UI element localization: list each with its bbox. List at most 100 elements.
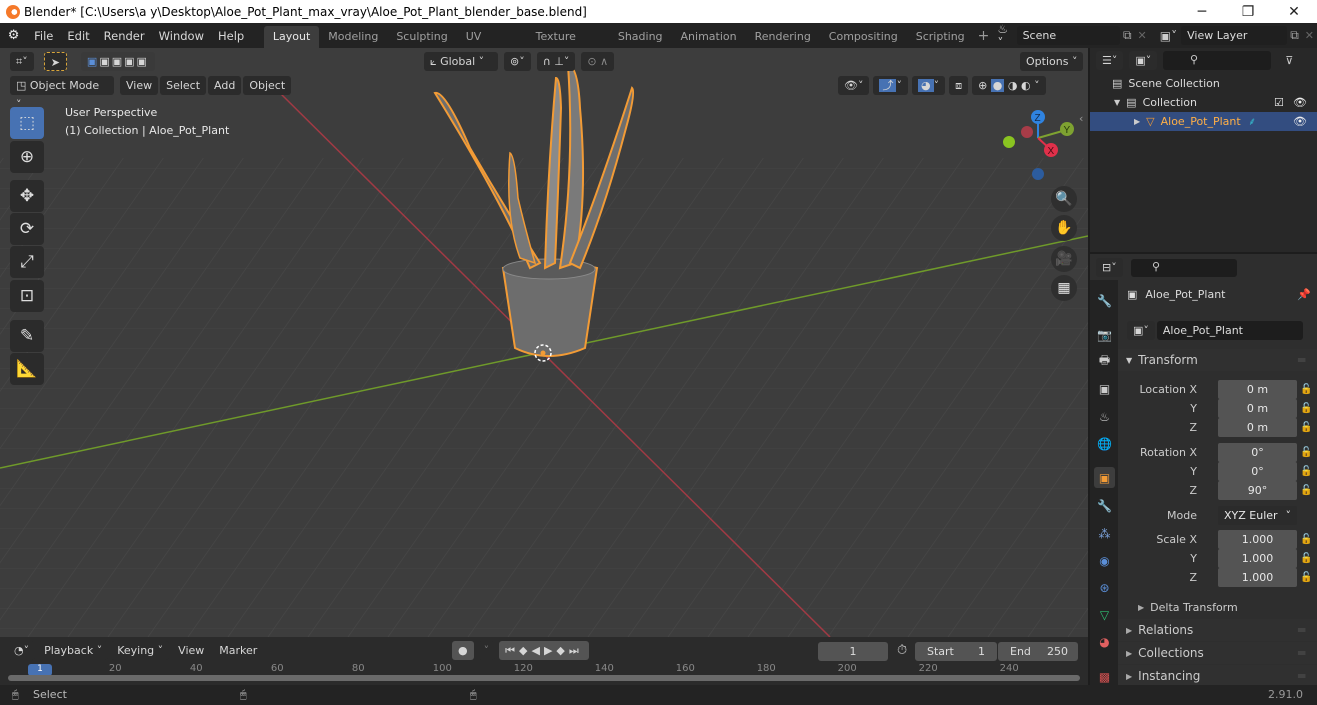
menu-file[interactable]: File [27, 29, 60, 43]
lock-icon[interactable]: 🔓 [1300, 534, 1312, 545]
lock-icon[interactable]: 🔓 [1300, 553, 1312, 564]
menu-window[interactable]: Window [152, 29, 211, 43]
object-tab-icon[interactable]: ▣ [1094, 467, 1115, 488]
menu-help[interactable]: Help [211, 29, 251, 43]
xray-toggle[interactable]: ⧈ [949, 76, 969, 95]
pin-icon[interactable]: 📌 [1297, 288, 1311, 301]
lock-icon[interactable]: 🔓 [1300, 485, 1312, 496]
delta-transform-subpanel[interactable]: ▶ Delta Transform [1118, 598, 1317, 617]
timeline-editor-type[interactable]: ◔˅ [8, 641, 36, 660]
editor-type-button[interactable]: ⌗˅ [10, 52, 34, 71]
properties-editor-type[interactable]: ⊟˅ [1096, 258, 1123, 277]
object-browse-button[interactable]: ▣˅ [1127, 321, 1155, 340]
menu-edit[interactable]: Edit [60, 29, 96, 43]
blender-menu-icon[interactable]: ⚙ [0, 28, 27, 43]
timeline-view-menu[interactable]: View [172, 641, 210, 660]
zoom-view-button[interactable]: 🔍 [1051, 186, 1077, 212]
close-button[interactable]: ✕ [1271, 0, 1317, 23]
expand-arrow-icon[interactable]: ▼ [1114, 98, 1120, 107]
render-tab-icon[interactable]: 📷 [1094, 324, 1115, 345]
lock-icon[interactable]: 🔓 [1300, 447, 1312, 458]
proportional-editing-toggle[interactable]: ⊙ ∧ [581, 52, 615, 71]
navigation-gizmo[interactable]: Z Y X [1000, 108, 1080, 183]
minimize-button[interactable]: ─ [1179, 0, 1225, 23]
tool-tab-icon[interactable]: 🔧 [1094, 290, 1115, 311]
transform-orientation-dropdown[interactable]: ⟀ Global ˅ [424, 52, 498, 71]
tab-scripting[interactable]: Scripting [907, 26, 974, 48]
outliner-search-input[interactable] [1163, 51, 1272, 70]
pan-view-button[interactable]: ✋ [1051, 215, 1077, 241]
keying-menu[interactable]: Keying ˅ [111, 641, 170, 660]
drag-handle-icon[interactable]: ═ [1298, 353, 1305, 367]
tab-sculpting[interactable]: Sculpting [387, 26, 456, 48]
view-layer-icon[interactable]: ▣˅ [1150, 29, 1181, 43]
play-reverse-icon[interactable]: ◀ [531, 644, 543, 657]
snap-toggle[interactable]: ∩ ⊥˅ [536, 52, 576, 71]
stopwatch-icon[interactable]: ⏱ [897, 643, 907, 658]
exclude-checkbox[interactable]: ☑ [1274, 96, 1284, 109]
end-frame-field[interactable]: End 250 [998, 642, 1078, 661]
tab-shading[interactable]: Shading [609, 26, 672, 48]
ortho-toggle-button[interactable]: ▦ [1051, 275, 1077, 301]
rotation-x-field[interactable]: 0° [1218, 443, 1297, 462]
jump-end-icon[interactable]: ⏭ [569, 644, 583, 657]
rotation-mode-dropdown[interactable]: XYZ Euler ˅ [1218, 506, 1297, 525]
rotation-y-field[interactable]: 0° [1218, 462, 1297, 481]
lock-icon[interactable]: 🔓 [1300, 466, 1312, 477]
physics-tab-icon[interactable]: ◉ [1094, 550, 1115, 571]
modifier-tab-icon[interactable]: 🔧 [1094, 495, 1115, 516]
location-y-field[interactable]: 0 m [1218, 399, 1297, 418]
tweak-tool-button[interactable]: ➤ [43, 52, 67, 71]
material-tab-icon[interactable]: ◕ [1094, 631, 1115, 652]
shading-mode-buttons[interactable]: ⊕ ● ◑ ◐ ˅ [972, 76, 1046, 95]
next-keyframe-icon[interactable]: ◆ [556, 644, 568, 657]
tab-layout[interactable]: Layout [263, 26, 320, 48]
overlays-toggle[interactable]: ◕ ˅ [911, 76, 946, 95]
menu-render[interactable]: Render [97, 29, 152, 43]
expand-arrow-icon[interactable]: ▶ [1134, 117, 1140, 126]
filter-icon[interactable]: ⊽ [1285, 54, 1293, 67]
data-tab-icon[interactable]: ▽ [1094, 604, 1115, 625]
keying-dropdown[interactable]: ˅ [477, 641, 496, 660]
visibility-eye-icon[interactable]: 👁 [1293, 115, 1307, 128]
object-name-field[interactable]: Aloe_Pot_Plant [1156, 321, 1303, 340]
gizmo-toggle[interactable]: ⤴ ˅ [873, 76, 908, 95]
object-menu[interactable]: Object [243, 76, 292, 95]
drag-handle-icon[interactable]: ═ [1298, 623, 1305, 637]
tab-uv-editing[interactable]: UV Editing [457, 26, 527, 65]
cursor-tool[interactable]: ⊕ [10, 141, 44, 173]
mode-dropdown[interactable]: ◳ Object Mode ˅ [10, 76, 114, 111]
location-x-field[interactable]: 0 m [1218, 380, 1297, 399]
playback-controls[interactable]: ⏮◆◀▶◆⏭ [499, 641, 589, 660]
marker-menu[interactable]: Marker [213, 641, 263, 660]
particles-tab-icon[interactable]: ⁂ [1094, 523, 1115, 544]
start-frame-field[interactable]: Start 1 [915, 642, 997, 661]
relations-panel-header[interactable]: ▶ Relations ═ [1118, 619, 1317, 641]
annotate-tool[interactable]: ✎ [10, 320, 44, 352]
camera-view-button[interactable]: 🎥 [1051, 246, 1077, 272]
outliner-filter-view-layer[interactable]: ▣˅ [1129, 51, 1158, 70]
transform-tool[interactable]: ⊡ [10, 280, 44, 312]
visibility-dropdown[interactable]: 👁˅ [838, 76, 870, 95]
sidebar-toggle-icon[interactable]: ‹ [1079, 112, 1083, 125]
current-frame-field[interactable]: 1 [818, 642, 888, 661]
view-menu[interactable]: View [120, 76, 159, 95]
add-menu[interactable]: Add [208, 76, 242, 95]
lock-icon[interactable]: 🔓 [1300, 384, 1312, 395]
new-view-layer-icon[interactable]: ⧉ [1287, 28, 1302, 43]
transform-panel-header[interactable]: ▼ Transform ═ [1118, 349, 1317, 371]
tab-rendering[interactable]: Rendering [746, 26, 820, 48]
lock-icon[interactable]: 🔓 [1300, 572, 1312, 583]
playback-menu[interactable]: Playback ˅ [38, 641, 109, 660]
prev-keyframe-icon[interactable]: ◆ [519, 644, 531, 657]
tab-animation[interactable]: Animation [672, 26, 746, 48]
outliner-item-collection[interactable]: ▼ ▤ Collection ☑ 👁 [1090, 93, 1317, 112]
pivot-point-dropdown[interactable]: ⊚˅ [504, 52, 531, 71]
3d-viewport[interactable]: ⌗˅ ➤ ▣▣▣▣▣ ⟀ Global ˅ ⊚˅ ∩ ⊥˅ ⊙ ∧ Option… [0, 48, 1088, 637]
view-layer-tab-icon[interactable]: ▣ [1094, 378, 1115, 399]
view-layer-field[interactable]: View Layer [1181, 26, 1288, 45]
world-tab-icon[interactable]: 🌐 [1094, 433, 1115, 454]
drag-handle-icon[interactable]: ═ [1298, 646, 1305, 660]
select-box-tool[interactable]: ⬚ [10, 107, 44, 139]
select-menu[interactable]: Select [160, 76, 207, 95]
